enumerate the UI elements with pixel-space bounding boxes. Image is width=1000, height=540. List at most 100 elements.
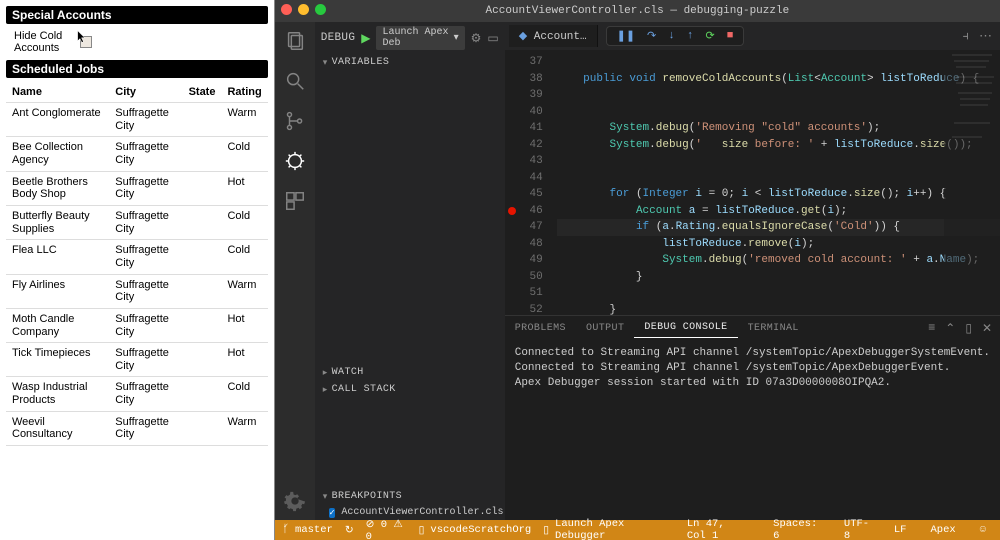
start-debug-button[interactable]: ▶ (361, 31, 370, 46)
cell-name: Tick Timepieces (6, 343, 109, 377)
cell-state (183, 274, 222, 308)
table-row[interactable]: Tick TimepiecesSuffragette City Hot (6, 343, 268, 377)
maximize-window-icon[interactable] (315, 4, 326, 15)
status-org[interactable]: ▯ vscodeScratchOrg (419, 524, 532, 537)
cell-rating: Hot (221, 171, 267, 205)
cell-name: Butterfly Beauty Supplies (6, 206, 109, 240)
status-launch[interactable]: ▯ Launch Apex Debugger (543, 518, 657, 540)
cell-name: Weevil Consultancy (6, 411, 109, 445)
panel-filter-icon[interactable]: ≡ (928, 321, 935, 336)
tab-debug-console[interactable]: DEBUG CONSOLE (634, 318, 737, 338)
restart-icon[interactable]: ⟳ (705, 29, 714, 43)
table-row[interactable]: Ant ConglomerateSuffragette CityWarm (6, 103, 268, 137)
hide-cold-checkbox[interactable] (80, 36, 92, 48)
cell-city: Suffragette City (109, 343, 182, 377)
cell-city: Suffragette City (109, 274, 182, 308)
code-editor[interactable]: 3738394041424344454647484950515253545556… (505, 50, 1000, 315)
cell-state (183, 240, 222, 274)
panel-maximize-icon[interactable]: ▯ (965, 321, 972, 336)
close-window-icon[interactable] (281, 4, 292, 15)
debug-icon[interactable] (284, 150, 306, 172)
table-row[interactable]: Butterfly Beauty SuppliesSuffragette Cit… (6, 206, 268, 240)
split-editor-icon[interactable]: ⫞ (963, 29, 970, 44)
status-spaces[interactable]: Spaces: 6 (767, 518, 826, 540)
breakpoint-file: AccountViewerController.cls (341, 507, 503, 518)
window-titlebar[interactable]: AccountViewerController.cls — debugging-… (275, 0, 1000, 22)
status-feedback[interactable]: ☺ (974, 524, 992, 536)
cell-name: Bee Collection Agency (6, 137, 109, 171)
settings-icon[interactable] (284, 490, 306, 512)
cell-city: Suffragette City (109, 137, 182, 171)
table-row[interactable]: Flea LLCSuffragette CityCold (6, 240, 268, 274)
table-row[interactable]: Wasp Industrial ProductsSuffragette City… (6, 377, 268, 411)
extensions-icon[interactable] (284, 190, 306, 212)
special-accounts-header: Special Accounts (6, 6, 268, 24)
table-row[interactable]: Bee Collection AgencySuffragette City Col… (6, 137, 268, 171)
visualforce-panel: Special Accounts Hide Cold Accounts Sche… (0, 0, 275, 540)
status-eol[interactable]: LF (888, 524, 913, 536)
cell-name: Wasp Industrial Products (6, 377, 109, 411)
cell-city: Suffragette City (109, 411, 182, 445)
status-encoding[interactable]: UTF-8 (838, 518, 876, 540)
more-icon[interactable]: ⋯ (979, 29, 992, 44)
debug-sidebar: DEBUG ▶ Launch Apex Deb▾ ⚙ ▭ VARIABLES W… (315, 22, 505, 520)
debug-config-dropdown[interactable]: Launch Apex Deb▾ (376, 26, 464, 50)
cell-name: Beetle Brothers Body Shop (6, 171, 109, 205)
hide-cold-label: Hide Cold Accounts (14, 30, 62, 54)
cell-rating: Cold (221, 240, 267, 274)
cell-state (183, 103, 222, 137)
files-icon[interactable] (284, 30, 306, 52)
tab-terminal[interactable]: TERMINAL (738, 319, 809, 338)
col-rating[interactable]: Rating (221, 82, 267, 103)
gear-icon[interactable]: ⚙ (471, 31, 482, 46)
panel-close-icon[interactable]: ✕ (982, 321, 992, 336)
step-into-icon[interactable]: ↓ (668, 30, 675, 42)
search-icon[interactable] (284, 70, 306, 92)
col-name[interactable]: Name (6, 82, 109, 103)
table-row[interactable]: Fly AirlinesSuffragette City Warm (6, 274, 268, 308)
table-row[interactable]: Beetle Brothers Body ShopSuffragette Cit… (6, 171, 268, 205)
cell-rating: Hot (221, 343, 267, 377)
status-branch[interactable]: ᚶmaster (283, 524, 333, 536)
status-position[interactable]: Ln 47, Col 1 (681, 518, 755, 540)
cell-state (183, 308, 222, 342)
cell-rating: Warm (221, 274, 267, 308)
bottom-panel: PROBLEMS OUTPUT DEBUG CONSOLE TERMINAL ≡… (505, 315, 1000, 520)
status-lang[interactable]: Apex (924, 524, 961, 536)
panel-collapse-icon[interactable]: ⌃ (945, 321, 955, 336)
breakpoint-checkbox[interactable]: ✓ (329, 508, 336, 518)
window-title: AccountViewerController.cls — debugging-… (486, 5, 790, 17)
variables-section[interactable]: VARIABLES (315, 54, 505, 71)
col-state[interactable]: State (183, 82, 222, 103)
cell-rating: Cold (221, 377, 267, 411)
status-errors[interactable]: ⊘ 0 ⚠ 0 (366, 518, 407, 540)
editor-tab[interactable]: ◆ Account… (509, 25, 598, 47)
minimap[interactable] (944, 50, 1000, 315)
git-icon[interactable] (284, 110, 306, 132)
step-over-icon[interactable]: ↷ (647, 29, 656, 43)
debug-label: DEBUG (321, 32, 356, 44)
breakpoint-row[interactable]: ✓ AccountViewerController.cls fo... 46 › (315, 505, 505, 520)
stop-icon[interactable]: ■ (727, 30, 734, 42)
callstack-section[interactable]: CALL STACK (315, 381, 505, 398)
pause-icon[interactable]: ❚❚ (617, 29, 635, 43)
step-out-icon[interactable]: ↑ (687, 30, 694, 42)
cell-city: Suffragette City (109, 206, 182, 240)
console-icon[interactable]: ▭ (487, 31, 498, 46)
table-row[interactable]: Moth Candle CompanySuffragette CityHot (6, 308, 268, 342)
debug-toolbar[interactable]: ❚❚ ↷ ↓ ↑ ⟳ ■ (606, 26, 745, 46)
tab-output[interactable]: OUTPUT (576, 319, 634, 338)
cell-name: Fly Airlines (6, 274, 109, 308)
debug-console-output[interactable]: Connected to Streaming API channel /syst… (505, 340, 1000, 520)
col-city[interactable]: City (109, 82, 182, 103)
cell-rating: Cold (221, 206, 267, 240)
tab-problems[interactable]: PROBLEMS (505, 319, 576, 338)
cell-rating: Cold (221, 137, 267, 171)
status-sync[interactable]: ↻ (345, 524, 354, 537)
breakpoints-section[interactable]: BREAKPOINTS (315, 488, 505, 505)
cell-state (183, 171, 222, 205)
minimize-window-icon[interactable] (298, 4, 309, 15)
watch-section[interactable]: WATCH (315, 364, 505, 381)
table-row[interactable]: Weevil ConsultancySuffragette CityWarm (6, 411, 268, 445)
cell-city: Suffragette City (109, 171, 182, 205)
